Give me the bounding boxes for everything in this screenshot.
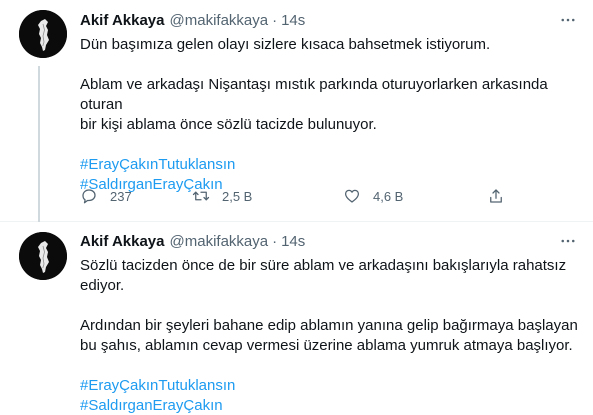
hashtag-link[interactable]: #ErayÇakınTutuklansın [80, 155, 579, 175]
author-handle[interactable]: @makifakkaya [170, 233, 269, 250]
more-horizontal-icon [561, 18, 575, 22]
hashtag-link[interactable]: #SaldırganErayÇakın [80, 396, 579, 415]
reply-bubble-icon [82, 189, 96, 204]
tweet-text-line: Ardından bir şeyleri bahane edip ablamın… [80, 317, 578, 334]
tweet-text: Sözlü tacizden önce de bir süre ablam ve… [80, 256, 579, 415]
share-button[interactable] [487, 187, 505, 205]
tweet-actions: 237 2,5 B 4,6 B [80, 184, 510, 208]
tweet-text-line: ediyor. [80, 277, 125, 294]
tweet-time[interactable]: 14s [281, 12, 305, 29]
retweet-icon [192, 191, 210, 201]
tweet-text: Dün başımıza gelen olayı sizlere kısaca … [80, 35, 579, 195]
tweet[interactable]: Akif Akkaya @makifakkaya · 14s Dün başım… [0, 0, 593, 222]
retweet-count: 2,5 B [222, 188, 253, 204]
tweet-header: Akif Akkaya @makifakkaya · 14s [80, 231, 579, 251]
tweet-text-line: bir kişi ablama önce sözlü tacizde bulun… [80, 116, 377, 133]
tweet-thread: Akif Akkaya @makifakkaya · 14s Dün başım… [0, 0, 593, 415]
tweet-text-line: Dün başımıza gelen olayı sizlere kısaca … [80, 36, 491, 53]
avatar[interactable] [19, 232, 67, 280]
separator-dot: · [272, 11, 278, 29]
share-icon [490, 189, 502, 203]
like-count: 4,6 B [373, 188, 404, 204]
reply-count: 237 [110, 188, 132, 204]
tweet[interactable]: Akif Akkaya @makifakkaya · 14s Sözlü tac… [0, 222, 593, 415]
tweet-header: Akif Akkaya @makifakkaya · 14s [80, 10, 579, 30]
more-options-button[interactable] [557, 11, 579, 29]
more-options-button[interactable] [557, 232, 579, 250]
author-handle[interactable]: @makifakkaya [170, 12, 269, 29]
like-button[interactable]: 4,6 B [343, 187, 403, 205]
tweet-time[interactable]: 14s [281, 233, 305, 250]
retweet-button[interactable]: 2,5 B [192, 187, 252, 205]
avatar[interactable] [19, 10, 67, 58]
thread-connector-line [38, 66, 40, 222]
tweet-content: Akif Akkaya @makifakkaya · 14s Dün başım… [80, 10, 579, 195]
tweet-text-line: bu şahıs, ablamın cevap vermesi üzerine … [80, 337, 573, 354]
more-horizontal-icon [561, 239, 575, 243]
separator-dot: · [272, 232, 278, 250]
avatar-map-icon [19, 10, 67, 58]
author-name[interactable]: Akif Akkaya [80, 12, 165, 29]
avatar-map-icon [19, 232, 67, 280]
hashtag-link[interactable]: #ErayÇakınTutuklansın [80, 376, 579, 396]
tweet-text-line: Ablam ve arkadaşı Nişantaşı mıstık parkı… [80, 76, 548, 113]
heart-icon [344, 189, 360, 203]
tweet-content: Akif Akkaya @makifakkaya · 14s Sözlü tac… [80, 231, 579, 415]
author-name[interactable]: Akif Akkaya [80, 233, 165, 250]
reply-button[interactable]: 237 [80, 187, 132, 205]
tweet-text-line: Sözlü tacizden önce de bir süre ablam ve… [80, 257, 567, 274]
